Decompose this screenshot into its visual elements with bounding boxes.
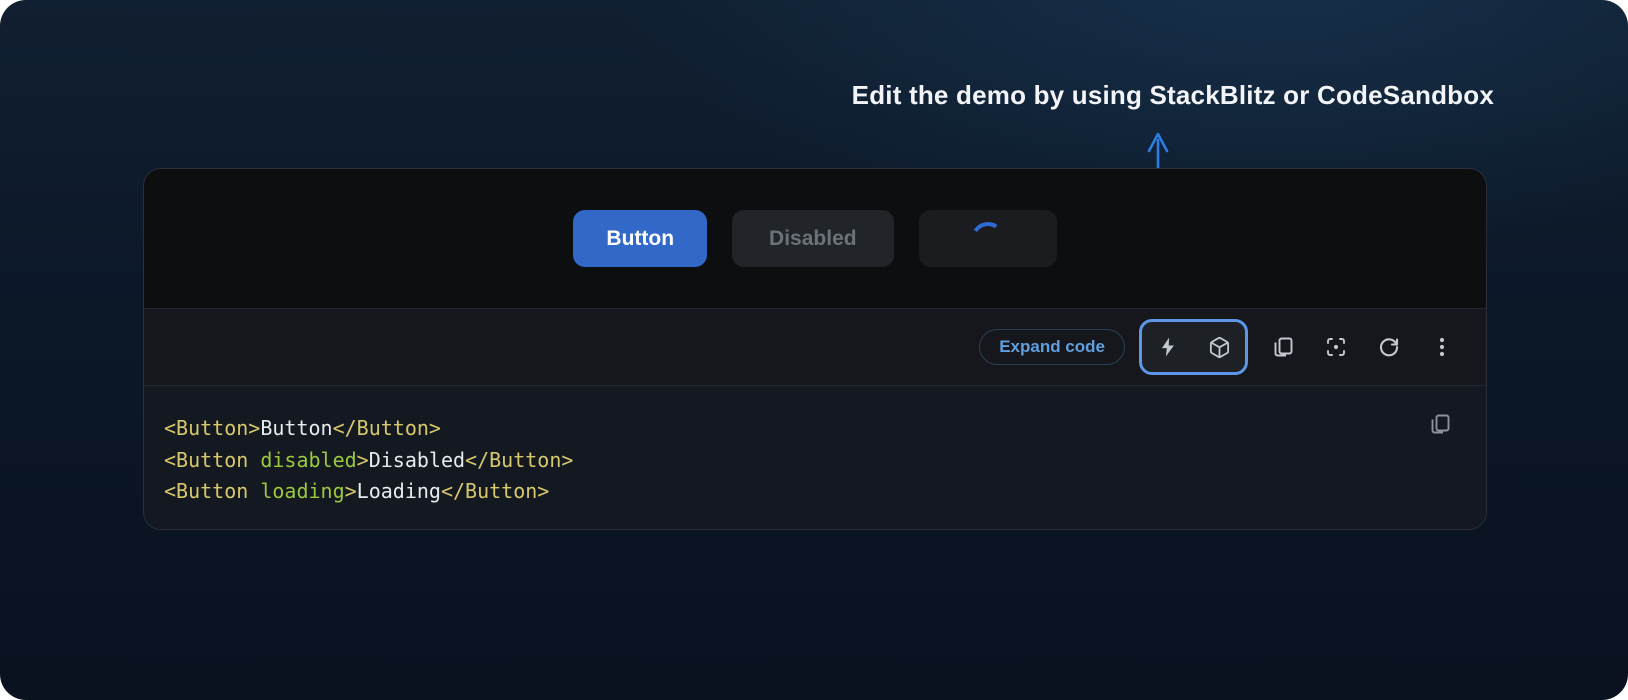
code-line: <Button disabled>Disabled</Button> xyxy=(164,445,1486,477)
primary-button[interactable]: Button xyxy=(573,210,707,267)
standalone-preview-button[interactable] xyxy=(1324,335,1348,359)
code-line: <Button>Button</Button> xyxy=(164,413,1486,445)
standalone-preview-icon xyxy=(1324,335,1348,359)
copy-icon xyxy=(1271,335,1295,359)
code-line: <Button loading>Loading</Button> xyxy=(164,476,1486,508)
edit-demo-highlight-group xyxy=(1139,319,1248,375)
page-background: Edit the demo by using StackBlitz or Cod… xyxy=(0,0,1628,700)
more-options-icon xyxy=(1430,335,1454,359)
codesandbox-cube-icon xyxy=(1208,336,1231,359)
demo-card: Button Disabled Expand code xyxy=(143,168,1487,530)
more-options-button[interactable] xyxy=(1430,335,1454,359)
loading-spinner-icon xyxy=(967,218,1007,258)
toolbar-action-icons xyxy=(1271,335,1454,359)
disabled-button[interactable]: Disabled xyxy=(732,210,894,267)
code-lines: <Button>Button</Button><Button disabled>… xyxy=(164,413,1486,508)
code-block: <Button>Button</Button><Button disabled>… xyxy=(144,386,1486,529)
copy-icon xyxy=(1428,412,1452,436)
loading-button[interactable] xyxy=(919,210,1057,267)
copy-code-button[interactable] xyxy=(1271,335,1295,359)
stackblitz-lightning-icon xyxy=(1157,336,1179,358)
stackblitz-button[interactable] xyxy=(1156,335,1180,359)
demo-toolbar: Expand code xyxy=(144,308,1486,386)
code-copy-button[interactable] xyxy=(1428,412,1452,436)
annotation-text: Edit the demo by using StackBlitz or Cod… xyxy=(852,80,1494,111)
demo-preview-area: Button Disabled xyxy=(144,169,1486,308)
codesandbox-button[interactable] xyxy=(1207,335,1231,359)
refresh-button[interactable] xyxy=(1377,335,1401,359)
refresh-icon xyxy=(1377,335,1401,359)
expand-code-button[interactable]: Expand code xyxy=(979,329,1125,365)
